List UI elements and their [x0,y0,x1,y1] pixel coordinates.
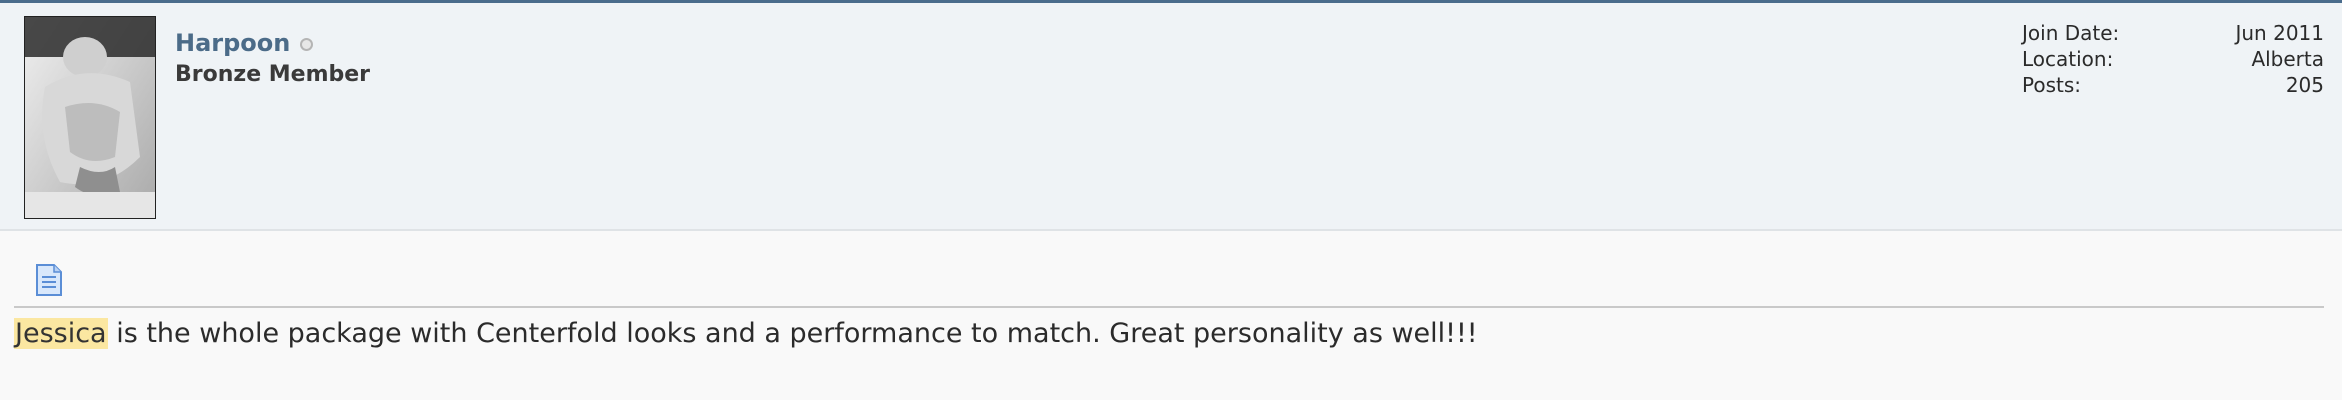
stat-value: Jun 2011 [2235,21,2324,45]
avatar-image [25,17,155,218]
stat-label: Location: [2022,47,2114,71]
stat-value: 205 [2285,73,2324,97]
user-stats: Join Date: Jun 2011 Location: Alberta Po… [2022,20,2324,98]
forum-post: Harpoon Bronze Member Join Date: Jun 201… [0,0,2342,400]
post-userinfo: Harpoon Bronze Member Join Date: Jun 201… [0,3,2342,231]
message-text: is the whole package with Centerfold loo… [107,318,1478,349]
stat-posts: Posts: 205 [2022,72,2324,98]
post-divider [14,306,2324,308]
highlighted-term: Jessica [14,318,108,349]
post-message: Jessica is the whole package with Center… [14,318,1478,349]
user-title: Bronze Member [175,62,371,87]
stat-label: Join Date: [2022,21,2120,45]
stat-location: Location: Alberta [2022,46,2324,72]
avatar[interactable] [24,16,156,219]
username-row: Harpoon [175,29,314,57]
document-icon [34,263,64,297]
stat-value: Alberta [2251,47,2324,71]
offline-status-icon [300,37,314,51]
stat-join-date: Join Date: Jun 2011 [2022,20,2324,46]
stat-label: Posts: [2022,73,2082,97]
username-link[interactable]: Harpoon [175,29,290,57]
